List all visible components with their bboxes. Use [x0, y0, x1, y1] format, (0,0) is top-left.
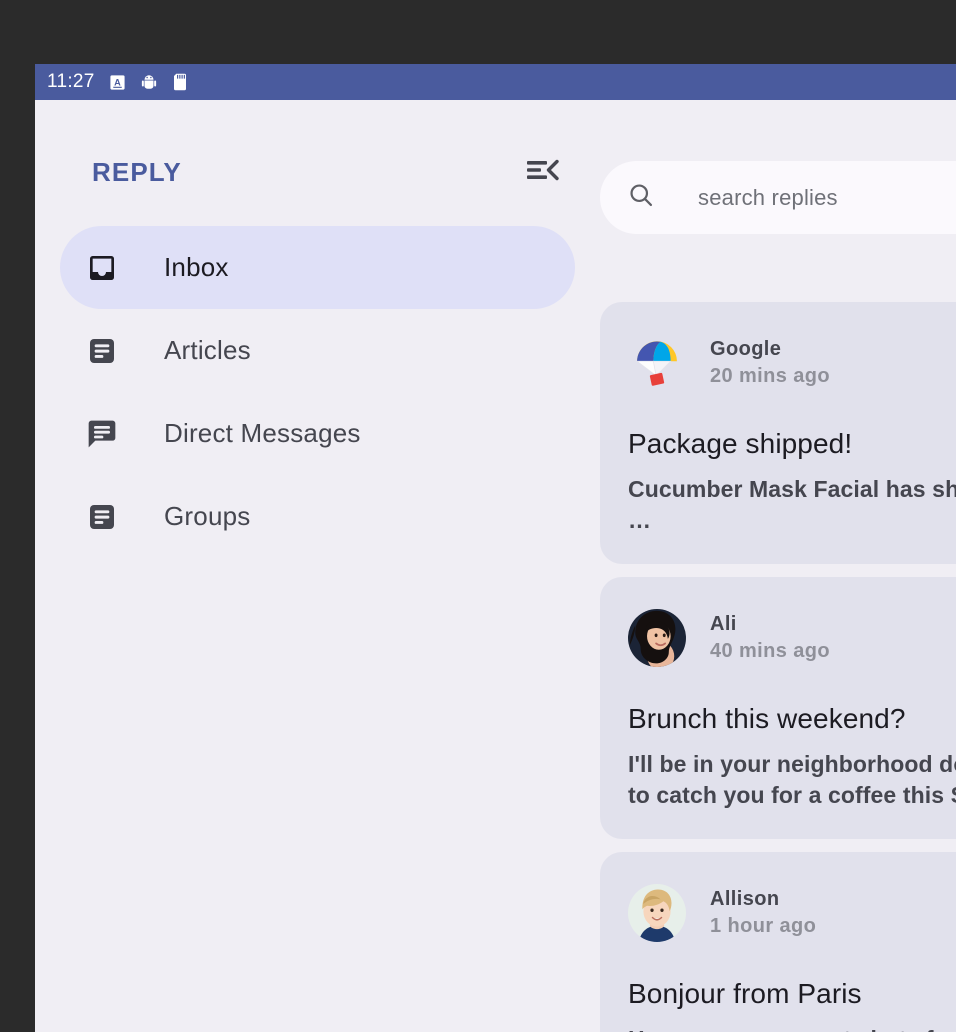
content-pane: search replies: [600, 100, 956, 1032]
sender-name: Allison: [710, 886, 816, 913]
email-card-header: Google 20 mins ago: [628, 334, 956, 392]
sender-time: 20 mins ago: [710, 363, 830, 390]
email-preview-line2: to catch you for a coffee this Saturday: [628, 780, 956, 811]
email-preview: I'll be in your neighborhood doing erran…: [628, 749, 956, 811]
email-subject: Package shipped!: [628, 428, 956, 460]
email-card[interactable]: Google 20 mins ago Package shipped! Cucu…: [600, 302, 956, 564]
device-screen: 11:27 A: [35, 64, 956, 1032]
android-debug-icon: [140, 73, 158, 91]
sender-block: Allison 1 hour ago: [710, 886, 816, 940]
email-preview: Here are some great shots from my trip..…: [628, 1024, 956, 1032]
status-bar-clock: 11:27: [47, 71, 95, 93]
sidebar-item-groups[interactable]: Groups: [60, 475, 575, 558]
email-subject: Bonjour from Paris: [628, 978, 956, 1010]
screenshot-icon: A: [109, 74, 126, 91]
sidebar-item-articles[interactable]: Articles: [60, 309, 575, 392]
email-card[interactable]: Ali 40 mins ago Brunch this weekend? I'l…: [600, 577, 956, 839]
email-preview-line1: I'll be in your neighborhood doing erran…: [628, 751, 956, 777]
sender-block: Google 20 mins ago: [710, 336, 830, 390]
article-icon: [85, 334, 119, 368]
menu-collapse-icon[interactable]: [526, 156, 560, 189]
sender-time: 40 mins ago: [710, 638, 830, 665]
sender-name: Ali: [710, 611, 830, 638]
navigation-drawer: REPLY Inbo: [35, 100, 600, 1032]
sender-name: Google: [710, 336, 830, 363]
parachute-avatar: [628, 334, 686, 392]
article-icon: [85, 500, 119, 534]
sidebar-item-label: Direct Messages: [164, 418, 361, 449]
sender-block: Ali 40 mins ago: [710, 611, 830, 665]
sidebar-item-direct-messages[interactable]: Direct Messages: [60, 392, 575, 475]
search-bar[interactable]: search replies: [600, 161, 956, 234]
email-preview-line1: Here are some great shots from my trip..…: [628, 1026, 956, 1032]
chat-bubble-icon: [85, 417, 119, 451]
drawer-header: REPLY: [35, 142, 600, 202]
sidebar-item-label: Groups: [164, 501, 250, 532]
email-preview-line1: Cucumber Mask Facial has shipped.: [628, 476, 956, 502]
app-body: REPLY Inbo: [35, 100, 956, 1032]
email-card-header: Ali 40 mins ago: [628, 609, 956, 667]
sidebar-item-label: Articles: [164, 335, 251, 366]
email-preview: Cucumber Mask Facial has shipped. …: [628, 474, 956, 536]
sidebar-item-inbox[interactable]: Inbox: [60, 226, 575, 309]
email-preview-line2: …: [628, 505, 956, 536]
photo-avatar-allison: [628, 884, 686, 942]
nav-list: Inbox Articles: [35, 226, 600, 558]
sender-time: 1 hour ago: [710, 913, 816, 940]
status-bar: 11:27 A: [35, 64, 956, 100]
search-input[interactable]: search replies: [698, 185, 838, 211]
email-card-header: Allison 1 hour ago: [628, 884, 956, 942]
sd-card-icon: [172, 73, 188, 91]
inbox-icon: [85, 251, 119, 285]
email-list: Google 20 mins ago Package shipped! Cucu…: [600, 302, 956, 1032]
app-title: REPLY: [92, 157, 526, 188]
photo-avatar-ali: [628, 609, 686, 667]
sidebar-item-label: Inbox: [164, 252, 229, 283]
svg-text:A: A: [114, 77, 121, 87]
email-card[interactable]: Allison 1 hour ago Bonjour from Paris He…: [600, 852, 956, 1032]
search-icon: [627, 181, 655, 214]
email-subject: Brunch this weekend?: [628, 703, 956, 735]
